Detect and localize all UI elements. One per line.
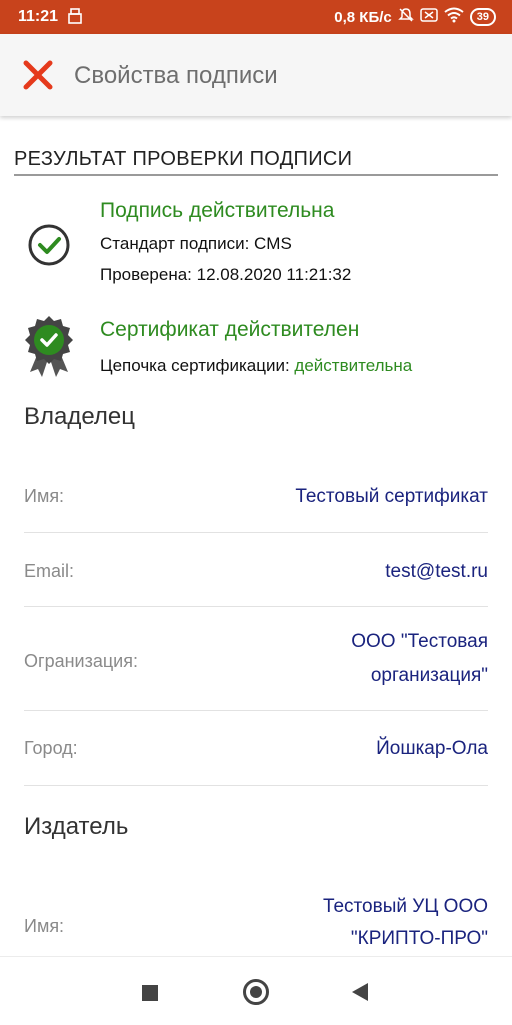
result-header: РЕЗУЛЬТАТ ПРОВЕРКИ ПОДПИСИ	[14, 148, 353, 170]
battery-level: 39	[476, 11, 489, 23]
section-divider	[14, 174, 498, 176]
field-value-line1: Тестовый УЦ ООО	[322, 896, 488, 917]
row-divider	[24, 710, 488, 711]
owner-title: Владелец	[24, 403, 136, 430]
status-bar: 11:21 0,8 КБ/с 39	[0, 0, 512, 34]
field-value-line2: "КРИПТО-ПРО"	[350, 928, 488, 949]
field-label: Имя:	[24, 486, 65, 506]
field-label: Город:	[24, 738, 78, 758]
field-value-line2: организация"	[370, 665, 488, 686]
navigation-bar	[0, 956, 512, 1025]
recents-button[interactable]	[142, 985, 158, 1001]
row-divider	[24, 606, 488, 607]
field-value-line1: ООО "Тестовая	[351, 631, 488, 652]
field-value: test@test.ru	[385, 561, 488, 582]
sim-icon	[420, 7, 438, 27]
owner-organization-row: Огранизация: ООО "Тестовая организация"	[24, 627, 488, 689]
chain-value: действительна	[294, 356, 413, 375]
certificate-status: Сертификат действителен	[100, 318, 360, 341]
close-icon	[23, 60, 53, 90]
notification-icon	[68, 8, 82, 29]
battery-icon: 39	[469, 8, 496, 26]
mute-icon	[397, 7, 414, 27]
field-value: Йошкар-Ола	[376, 738, 488, 759]
field-label: Имя:	[24, 916, 65, 936]
back-button[interactable]	[352, 983, 368, 1001]
owner-city-row: Город: Йошкар-Ола	[24, 736, 488, 766]
issuer-title: Издатель	[24, 813, 129, 840]
field-value: Тестовый сертификат	[295, 486, 488, 507]
wifi-icon	[444, 7, 464, 27]
status-time: 11:21	[18, 8, 59, 25]
field-label: Email:	[24, 561, 75, 581]
close-button[interactable]	[22, 59, 54, 91]
field-label: Огранизация:	[24, 651, 138, 671]
issuer-name-row: Имя: Тестовый УЦ ООО "КРИПТО-ПРО"	[24, 892, 488, 954]
certificate-valid-icon	[24, 314, 74, 385]
signature-status: Подпись действительна	[100, 199, 335, 222]
certificate-chain: Цепочка сертификации: действительна	[100, 356, 412, 376]
network-speed: 0,8 КБ/с	[334, 8, 392, 26]
home-button[interactable]	[243, 979, 269, 1005]
signature-valid-icon	[26, 222, 72, 273]
row-divider	[24, 532, 488, 533]
signature-standard: Стандарт подписи: CMS	[100, 234, 292, 253]
page-title: Свойства подписи	[74, 62, 278, 89]
signature-checked-date: Проверена: 12.08.2020 11:21:32	[100, 265, 352, 284]
app-bar: Свойства подписи	[0, 34, 512, 116]
row-divider	[24, 785, 488, 786]
chain-label: Цепочка сертификации:	[100, 356, 290, 375]
owner-name-row: Имя: Тестовый сертификат	[24, 484, 488, 514]
owner-email-row: Email: test@test.ru	[24, 559, 488, 589]
